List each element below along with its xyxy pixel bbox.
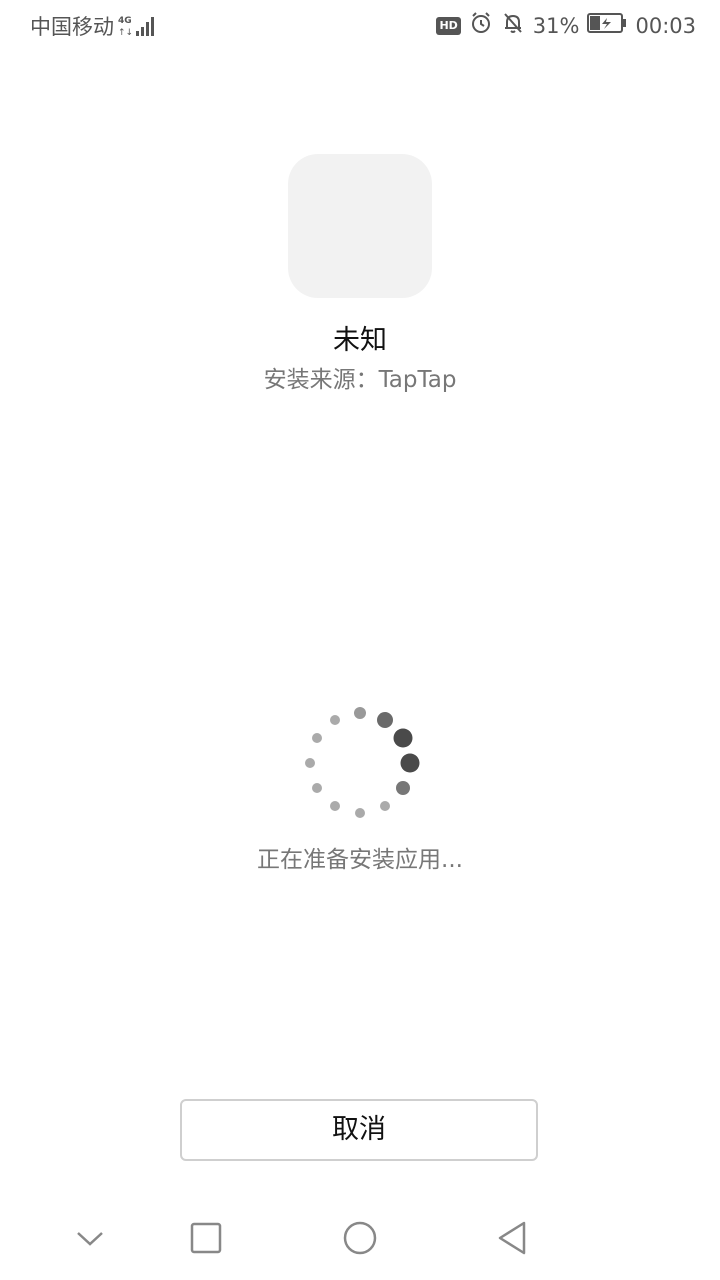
spinner-dot (396, 781, 410, 795)
svg-text:↑↓: ↑↓ (118, 28, 133, 38)
cancel-button[interactable]: 取消 (180, 1099, 538, 1161)
spinner-dot (312, 783, 322, 793)
carrier-label: 中国移动 (30, 15, 114, 39)
alarm-icon (469, 11, 493, 40)
loading-spinner-icon (300, 703, 420, 823)
spinner-dot (377, 712, 393, 728)
spinner-dot (330, 801, 340, 811)
status-bar: 中国移动 4G ↑↓ HD 31% 00:03 (0, 0, 720, 50)
status-right: HD 31% 00:03 (436, 11, 696, 40)
app-name: 未知 (333, 325, 387, 356)
svg-text:4G: 4G (118, 16, 132, 26)
navigation-bar (0, 1200, 720, 1280)
app-icon-placeholder (288, 154, 432, 298)
install-screen: 中国移动 4G ↑↓ HD 31% 00:03 未知 安装来源：TapTap 正… (0, 0, 720, 1280)
spinner-dot (355, 808, 365, 818)
spinner-dot (380, 801, 390, 811)
battery-charging-icon (587, 12, 627, 39)
circle-home-icon[interactable] (338, 1216, 382, 1260)
clock: 00:03 (635, 13, 696, 38)
install-source: 安装来源：TapTap (263, 367, 457, 393)
spinner-dot (393, 728, 413, 748)
battery-percent: 31% (532, 13, 580, 38)
spinner-dot (400, 753, 420, 773)
chevron-down-icon[interactable] (68, 1216, 112, 1260)
spinner-dot (312, 733, 322, 743)
notification-off-icon (501, 11, 525, 40)
progress-message: 正在准备安装应用... (257, 847, 463, 873)
spinner-dot (305, 758, 315, 768)
status-left: 中国移动 4G ↑↓ (30, 11, 158, 41)
spinner-dot (330, 715, 340, 725)
triangle-back-icon[interactable] (490, 1216, 534, 1260)
square-recents-icon[interactable] (184, 1216, 228, 1260)
spinner-dot (354, 707, 366, 719)
signal-4g-icon: 4G ↑↓ (118, 14, 158, 38)
hd-icon: HD (436, 16, 461, 35)
